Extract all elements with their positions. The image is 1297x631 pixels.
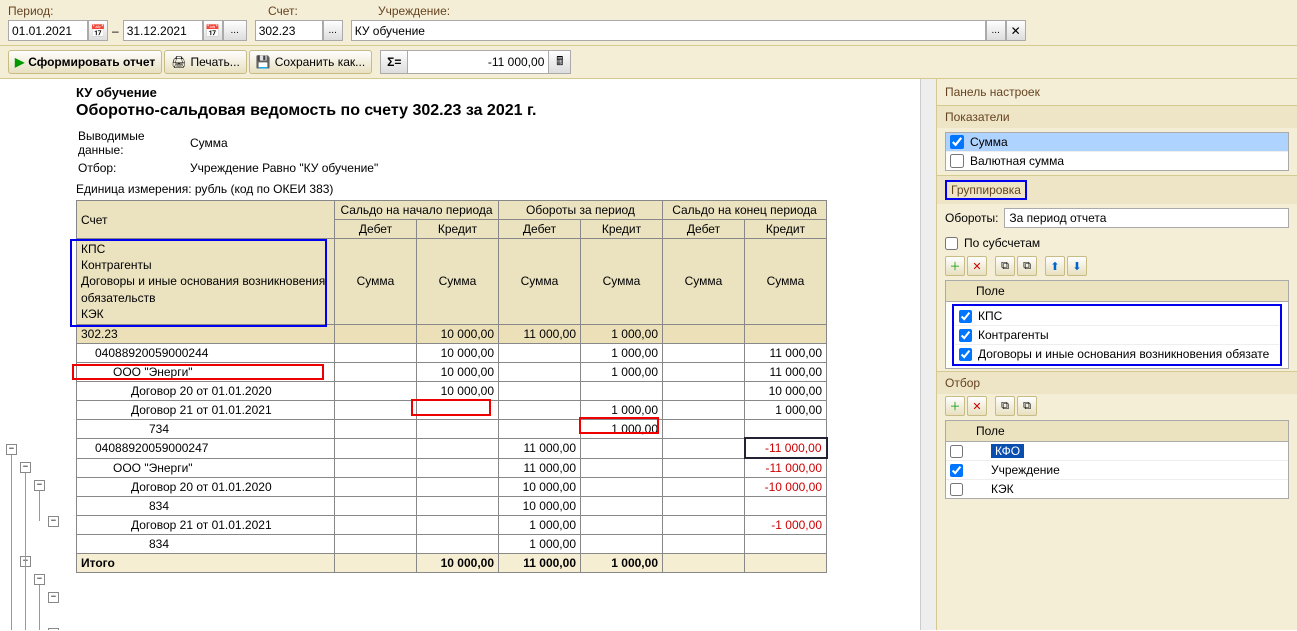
indicator-checkbox[interactable]	[950, 154, 964, 168]
tree-toggle[interactable]: −	[6, 444, 17, 455]
account-select-button[interactable]: ...	[323, 20, 343, 41]
print-button[interactable]: 🖨Печать...	[164, 50, 247, 74]
filter-delete-button[interactable]: ✕	[967, 396, 987, 416]
date-from-picker[interactable]: 📅	[88, 20, 108, 41]
period-label: Период:	[8, 4, 268, 18]
report-table: Счет Сальдо на начало периода Обороты за…	[76, 200, 828, 573]
filter-row[interactable]: КФО	[946, 442, 1288, 461]
add-button[interactable]: ＋	[945, 256, 965, 276]
filter-header: Отбор	[937, 372, 1297, 394]
move-down-button[interactable]: ⬇	[1067, 256, 1087, 276]
report-meta: Выводимые данные:Сумма Отбор:Учреждение …	[76, 126, 380, 178]
tree-toggle[interactable]: −	[34, 480, 45, 491]
table-row[interactable]: ООО "Энерги"11 000,00-11 000,00	[77, 458, 827, 478]
printer-icon: 🖨	[171, 55, 186, 69]
tree-toggle[interactable]: −	[48, 628, 59, 630]
delete-button[interactable]: ✕	[967, 256, 987, 276]
filter-bar: Период: Счет: Учреждение: 📅 – 📅 ... ... …	[0, 0, 1297, 46]
indicator-row[interactable]: Сумма	[946, 133, 1288, 152]
tree-toggle[interactable]: −	[34, 574, 45, 585]
settings-title: Панель настроек	[937, 79, 1297, 105]
org-clear-button[interactable]: ✕	[1006, 20, 1026, 41]
report-area: − − − − − − − − КУ обучение Оборотно-сал…	[0, 79, 920, 630]
table-row[interactable]: 8341 000,00	[77, 535, 827, 554]
report-title: Оборотно-сальдовая ведомость по счету 30…	[76, 102, 920, 120]
filter-row[interactable]: Учреждение	[946, 461, 1288, 480]
indicators-list: Сумма Валютная сумма	[945, 132, 1289, 171]
tree-toggle[interactable]: −	[48, 592, 59, 603]
indicators-header: Показатели	[937, 106, 1297, 128]
filter-copy-button[interactable]: ⧉	[995, 396, 1015, 416]
grouping-row[interactable]: Контрагенты	[955, 326, 1279, 345]
copy2-button[interactable]: ⧉	[1017, 256, 1037, 276]
indicator-checkbox[interactable]	[950, 135, 964, 149]
report-org: КУ обучение	[76, 85, 920, 100]
table-row[interactable]: Договор 21 от 01.01.20211 000,00-1 000,0…	[77, 516, 827, 535]
account-label: Счет:	[268, 4, 378, 18]
sigma-display: Σ= -11 000,00 🖩	[380, 50, 571, 74]
filter-table: Поле КФО Учреждение КЭК	[945, 420, 1289, 499]
period-ellipsis-button[interactable]: ...	[223, 20, 247, 41]
account-input[interactable]	[255, 20, 323, 41]
report-unit: Единица измерения: рубль (код по ОКЕИ 38…	[76, 182, 920, 196]
grouping-row[interactable]: КПС	[955, 307, 1279, 326]
table-row[interactable]: Договор 20 от 01.01.202010 000,00-10 000…	[77, 478, 827, 497]
filter-copy2-button[interactable]: ⧉	[1017, 396, 1037, 416]
indicator-row[interactable]: Валютная сумма	[946, 152, 1288, 170]
settings-panel: Панель настроек Показатели Сумма Валютна…	[936, 79, 1297, 630]
table-row[interactable]: 0408892005900024711 000,00-11 000,00	[77, 438, 827, 458]
toolbar: ▶Сформировать отчет 🖨Печать... 💾Сохранит…	[0, 46, 1297, 79]
org-input[interactable]	[351, 20, 986, 41]
tree-toggle[interactable]: −	[20, 462, 31, 473]
form-report-button[interactable]: ▶Сформировать отчет	[8, 50, 162, 74]
sigma-value: -11 000,00	[408, 55, 548, 69]
filter-add-button[interactable]: ＋	[945, 396, 965, 416]
move-up-button[interactable]: ⬆	[1045, 256, 1065, 276]
table-row[interactable]: 7341 000,00	[77, 419, 827, 438]
grouping-table: Поле КПС Контрагенты Договоры и иные осн…	[945, 280, 1289, 369]
turnover-input[interactable]	[1004, 208, 1289, 228]
table-row[interactable]: 0408892005900024410 000,001 000,0011 000…	[77, 343, 827, 362]
filter-row[interactable]: КЭК	[946, 480, 1288, 498]
table-row[interactable]: ООО "Энерги"10 000,001 000,0011 000,00	[77, 362, 827, 381]
org-select-button[interactable]: ...	[986, 20, 1006, 41]
date-from-input[interactable]	[8, 20, 88, 41]
table-row[interactable]: 83410 000,00	[77, 497, 827, 516]
scrollbar-vertical[interactable]	[920, 79, 936, 630]
save-icon: 💾	[256, 55, 271, 69]
table-row[interactable]: Договор 21 от 01.01.20211 000,001 000,00	[77, 400, 827, 419]
grouping-row[interactable]: Договоры и иные основания возникновения …	[955, 345, 1279, 363]
date-to-input[interactable]	[123, 20, 203, 41]
tree-toggle[interactable]: −	[48, 516, 59, 527]
table-row[interactable]: Договор 20 от 01.01.202010 000,0010 000,…	[77, 381, 827, 400]
save-as-button[interactable]: 💾Сохранить как...	[249, 50, 372, 74]
grouping-header: Группировка	[937, 176, 1297, 204]
org-label: Учреждение:	[378, 4, 1289, 18]
date-to-picker[interactable]: 📅	[203, 20, 223, 41]
copy-button[interactable]: ⧉	[995, 256, 1015, 276]
tree-gutter: − − − − − − − −	[0, 79, 70, 630]
by-subaccounts-checkbox[interactable]	[945, 237, 958, 250]
table-row[interactable]: 302.2310 000,0011 000,001 000,00	[77, 324, 827, 343]
sigma-calc-button[interactable]: 🖩	[548, 51, 570, 73]
